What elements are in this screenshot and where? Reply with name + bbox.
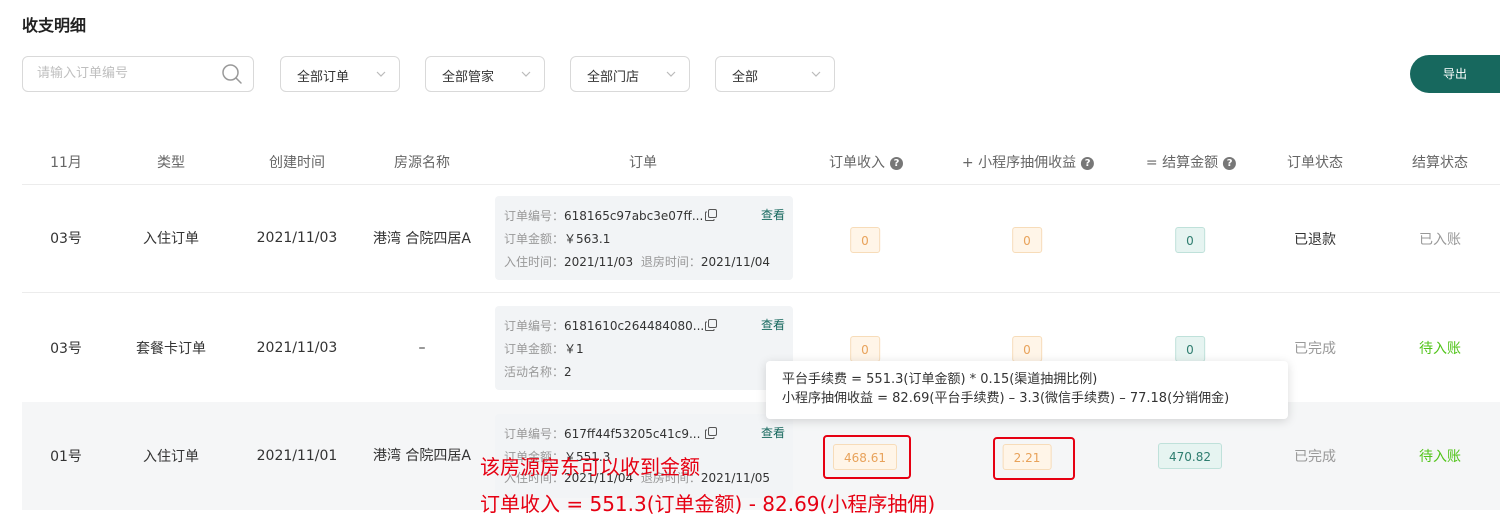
cell-type: 套餐卡订单 — [136, 341, 206, 357]
cell-order-status: 已退款 — [1294, 232, 1336, 248]
housekeeper-select-value: 全部管家 — [442, 70, 495, 85]
chevron-down-icon — [376, 71, 386, 77]
order-dates: 入住时间：2021/11/03 退房时间：2021/11/04 — [504, 255, 771, 269]
income-highlight-frame — [823, 435, 911, 479]
view-order-link[interactable]: 查看 — [761, 316, 785, 333]
view-order-link[interactable]: 查看 — [761, 424, 785, 441]
column-header-type: 类型 — [157, 155, 185, 171]
help-icon[interactable]: ? — [890, 157, 903, 170]
commission-badge: 0 — [1012, 336, 1042, 362]
income-badge: 0 — [850, 336, 880, 362]
order-activity: 活动名称：2 — [504, 365, 572, 379]
commission-tooltip: 平台手续费 = 551.3(订单金额) * 0.15(渠道抽拥比例) 小程序抽佣… — [766, 361, 1288, 419]
help-icon[interactable]: ? — [1223, 157, 1237, 170]
order-type-select[interactable]: 全部订单 — [280, 56, 400, 92]
page-title: 收支明细 — [22, 16, 87, 35]
column-header-settlement-label: = 结算金额 — [1145, 155, 1219, 171]
status-select[interactable]: 全部 — [715, 56, 835, 92]
order-info-box: 订单编号：618165c97abc3e07ff... 查看 订单金额：￥563.… — [495, 196, 793, 280]
store-select-value: 全部门店 — [587, 70, 640, 85]
column-header-settle-status: 结算状态 — [1412, 155, 1468, 171]
column-header-order: 订单 — [629, 155, 657, 171]
status-select-value: 全部 — [732, 70, 759, 85]
cell-created: 2021/11/03 — [256, 340, 338, 356]
cell-day: 03号 — [50, 231, 82, 247]
chevron-down-icon — [811, 71, 821, 77]
cell-settle-status: 已入账 — [1419, 232, 1461, 248]
row-divider — [22, 292, 1500, 293]
order-search-input[interactable] — [35, 65, 219, 82]
cell-type: 入住订单 — [143, 449, 199, 465]
column-header-created: 创建时间 — [269, 155, 325, 171]
cell-order-status: 已完成 — [1294, 341, 1336, 357]
copy-icon[interactable] — [705, 427, 717, 439]
order-info-box: 订单编号：6181610c264484080... 查看 订单金额：￥1 活动名… — [495, 306, 793, 390]
column-header-commission-label: + 小程序抽佣收益 — [961, 155, 1077, 171]
commission-badge: 0 — [1012, 227, 1042, 253]
order-search-box[interactable] — [22, 56, 254, 92]
cell-property: – — [418, 340, 426, 356]
search-icon[interactable] — [221, 63, 243, 85]
header-divider — [22, 184, 1500, 185]
column-header-settlement: = 结算金额? — [1145, 152, 1237, 172]
column-header-income-label: 订单收入 — [829, 155, 885, 171]
cell-created: 2021/11/01 — [256, 448, 338, 464]
annotation-text: 该房源房东可以收到金额 — [480, 455, 700, 479]
order-amount: 订单金额：￥563.1 — [504, 232, 611, 246]
annotation-formula: 订单收入 = 551.3(订单金额) - 82.69(小程序抽佣) — [480, 492, 936, 516]
copy-icon[interactable] — [705, 319, 717, 331]
tooltip-line-1: 平台手续费 = 551.3(订单金额) * 0.15(渠道抽拥比例) — [782, 372, 1098, 387]
chevron-down-icon — [666, 71, 676, 77]
column-header-property: 房源名称 — [394, 155, 450, 171]
order-number: 订单编号：618165c97abc3e07ff... — [504, 209, 704, 223]
order-number: 订单编号：617ff44f53205c41c9... — [504, 427, 701, 441]
help-icon[interactable]: ? — [1081, 157, 1095, 170]
cell-property: 港湾 合院四居A — [372, 231, 472, 247]
cell-settle-status: 待入账 — [1419, 341, 1461, 357]
cell-property: 港湾 合院四居A — [372, 448, 472, 464]
cell-type: 入住订单 — [143, 231, 199, 247]
order-number: 订单编号：6181610c264484080... — [504, 319, 705, 333]
column-header-order-status: 订单状态 — [1287, 155, 1343, 171]
column-header-commission: + 小程序抽佣收益? — [961, 152, 1095, 172]
column-header-income: 订单收入? — [829, 152, 903, 172]
housekeeper-select[interactable]: 全部管家 — [425, 56, 545, 92]
cell-day: 03号 — [50, 341, 82, 357]
commission-highlight-frame — [993, 437, 1075, 480]
cell-day: 01号 — [50, 449, 82, 465]
tooltip-line-2: 小程序抽佣收益 = 82.69(平台手续费) – 3.3(微信手续费) – 77… — [782, 391, 1230, 406]
copy-icon[interactable] — [705, 209, 717, 221]
order-amount: 订单金额：￥1 — [504, 342, 584, 356]
settlement-badge: 0 — [1175, 227, 1205, 253]
export-button[interactable]: 导出 — [1410, 55, 1500, 93]
settlement-badge: 470.82 — [1158, 443, 1222, 469]
settlement-badge: 0 — [1175, 336, 1205, 362]
cell-created: 2021/11/03 — [256, 230, 338, 246]
income-badge: 0 — [850, 227, 880, 253]
cell-order-status: 已完成 — [1294, 449, 1336, 465]
store-select[interactable]: 全部门店 — [570, 56, 690, 92]
column-header-month: 11月 — [50, 155, 82, 171]
cell-settle-status: 待入账 — [1419, 449, 1461, 465]
chevron-down-icon — [521, 71, 531, 77]
view-order-link[interactable]: 查看 — [761, 206, 785, 223]
order-type-select-value: 全部订单 — [297, 70, 350, 85]
